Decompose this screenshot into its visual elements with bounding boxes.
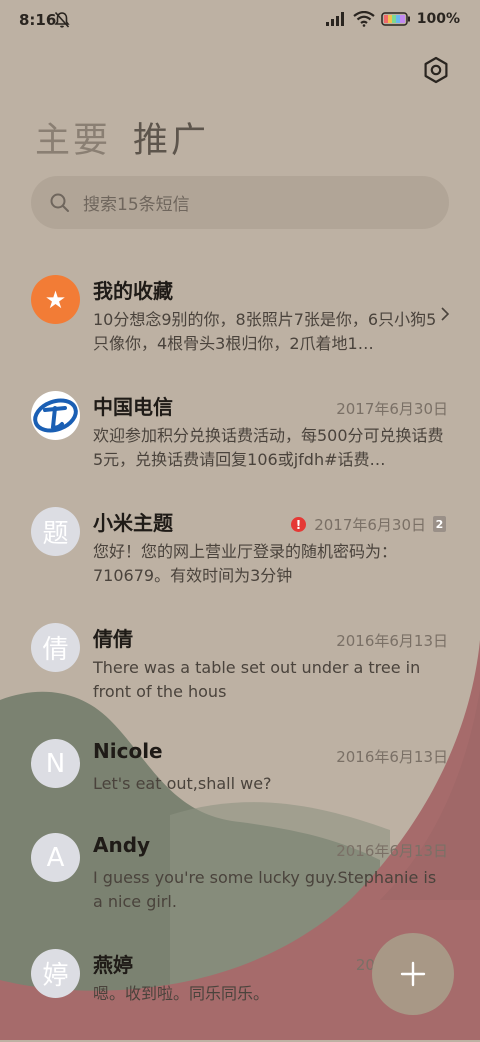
message-count-badge: 2	[433, 516, 446, 532]
send-error-icon: !	[291, 517, 306, 532]
china-telecom-logo-icon	[31, 391, 80, 440]
conversation-item[interactable]: A Andy 2016年6月13日 I guess you're some lu…	[0, 816, 480, 926]
contact-name: 中国电信	[93, 395, 173, 419]
avatar-glyph: A	[46, 842, 65, 873]
conversation-item[interactable]: 题 小米主题 ! 2017年6月30日 2 您好！您的网上营业厅登录的随机密码为…	[0, 490, 480, 600]
message-date: 2017年6月30日	[336, 400, 448, 418]
chevron-right-icon	[441, 307, 450, 321]
message-date: 2016年6月13日	[336, 748, 448, 766]
avatar-glyph: ★	[44, 285, 67, 314]
signal-icon	[325, 12, 344, 26]
message-date: 2016年6月13日	[336, 842, 448, 860]
message-date: 2016年6月13日	[336, 632, 448, 650]
message-preview: 10分想念9别的你，8张照片7张是你，6只小狗5只像你，4根骨头3根归你，2爪着…	[93, 310, 437, 353]
contact-name: 燕婷	[93, 953, 133, 977]
contact-name: 我的收藏	[93, 279, 173, 303]
contact-name: Nicole	[93, 739, 163, 763]
conversation-item[interactable]: ★ 我的收藏 10分想念9别的你，8张照片7张是你，6只小狗5只像你，4根骨头3…	[0, 258, 480, 368]
status-bar: 8:16 100%	[0, 0, 480, 42]
avatar: N	[31, 739, 80, 788]
contact-name: 小米主题	[93, 511, 173, 535]
avatar: 题	[31, 507, 80, 556]
tab-bar: 主要 推广	[35, 112, 209, 163]
avatar-glyph: 倩	[42, 635, 69, 665]
telecom-logo-graphic	[33, 398, 78, 433]
settings-hexagon-icon[interactable]	[422, 56, 450, 84]
message-date: 2017年6月30日	[314, 516, 426, 534]
conversation-item[interactable]: 倩 倩倩 2016年6月13日 There was a table set ou…	[0, 606, 480, 716]
message-preview: I guess you're some lucky guy.Stephanie …	[93, 868, 437, 911]
tab-primary[interactable]: 主要	[35, 112, 111, 163]
contact-name: 倩倩	[93, 627, 133, 651]
avatar: 倩	[31, 623, 80, 672]
tab-promotions[interactable]: 推广	[133, 112, 209, 163]
message-preview: There was a table set out under a tree i…	[93, 658, 421, 701]
battery-level: 100%	[416, 11, 460, 27]
avatar: 婷	[31, 949, 80, 998]
message-preview: Let's eat out,shall we?	[93, 774, 272, 793]
battery-icon	[380, 12, 410, 26]
new-message-button[interactable]	[372, 933, 454, 1015]
message-preview: 欢迎参加积分兑换话费活动，每500分可兑换话费5元，兑换话费请回复106或jfd…	[93, 426, 444, 469]
status-time: 8:16	[19, 11, 57, 29]
avatar-glyph: 婷	[42, 961, 69, 991]
plus-icon	[400, 961, 426, 987]
contact-name: Andy	[93, 833, 151, 857]
message-preview: 您好！您的网上营业厅登录的随机密码为：710679。有效时间为3分钟	[93, 542, 398, 585]
avatar-glyph: N	[45, 748, 66, 779]
wifi-icon	[353, 11, 375, 27]
avatar: A	[31, 833, 80, 882]
star-icon: ★	[31, 275, 80, 324]
search-bar[interactable]: 搜索15条短信	[31, 176, 449, 229]
bell-muted-icon	[54, 11, 70, 28]
search-placeholder: 搜索15条短信	[83, 195, 190, 215]
conversation-item[interactable]: 中国电信 2017年6月30日 欢迎参加积分兑换话费活动，每500分可兑换话费5…	[0, 374, 480, 484]
search-icon	[50, 193, 69, 212]
avatar-glyph: 题	[42, 519, 69, 549]
